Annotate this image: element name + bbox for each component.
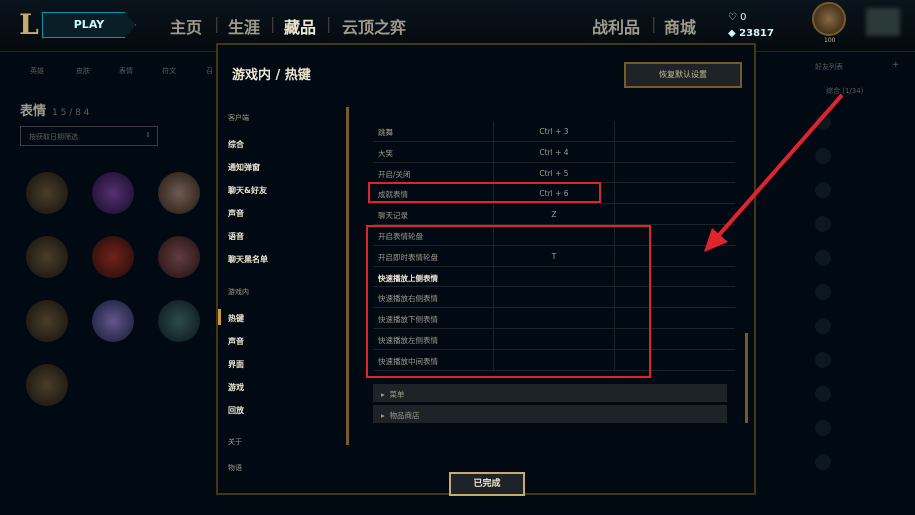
table-row[interactable]: 开启/关闭 Ctrl + 5 — [373, 162, 735, 184]
sidebar-header-client: 客户端 — [228, 114, 249, 122]
hotkey-action: 跳舞 — [378, 128, 393, 137]
subtab-emotes[interactable]: 表情 — [119, 66, 133, 76]
nav-loot[interactable]: 战利品 — [592, 14, 640, 38]
section-item-shop[interactable]: ▸ 物品商店 — [373, 405, 727, 423]
sidebar-item-chat-friends[interactable]: 聊天&好友 — [228, 185, 267, 196]
nav-tft[interactable]: 云顶之弈 — [342, 14, 406, 38]
be-amount: 23817 — [739, 28, 774, 39]
table-row[interactable]: 跳舞 Ctrl + 3 — [373, 121, 735, 142]
sidebar-header-about: 关于 — [228, 438, 242, 446]
highlight-box — [368, 182, 601, 203]
hotkey-binding[interactable]: Ctrl + 4 — [493, 141, 615, 162]
hotkey-action: 开启/关闭 — [378, 169, 411, 179]
friend-avatar[interactable] — [815, 148, 831, 164]
nav-profile[interactable]: 生涯 — [228, 14, 260, 38]
summoner-name-blurred — [866, 8, 900, 36]
friend-avatar[interactable] — [815, 216, 831, 232]
sidebar-item-sound[interactable]: 声音 — [228, 336, 244, 347]
hotkey-binding[interactable]: Ctrl + 5 — [493, 162, 615, 183]
section-menu[interactable]: ▸ 菜单 — [373, 384, 727, 402]
add-friend-icon[interactable]: + — [892, 60, 900, 70]
filter-dropdown[interactable]: 按获取日期筛选 ⇕ — [20, 126, 158, 146]
emote-thumbnail[interactable] — [26, 236, 68, 278]
sidebar-item-hotkeys[interactable]: 热键 — [218, 309, 244, 325]
rp-amount: 0 — [740, 12, 747, 23]
emote-thumbnail[interactable] — [158, 236, 200, 278]
friend-avatar[interactable] — [815, 284, 831, 300]
subtab-champions[interactable]: 英雄 — [30, 66, 44, 76]
table-row[interactable]: 大笑 Ctrl + 4 — [373, 141, 735, 163]
avatar[interactable] — [812, 2, 846, 36]
friend-avatar[interactable] — [815, 352, 831, 368]
done-button[interactable]: 已完成 — [449, 472, 525, 496]
sidebar-item-general[interactable]: 综合 — [228, 139, 244, 150]
hotkey-action: 聊天记录 — [378, 211, 408, 221]
sidebar-item-notifications[interactable]: 通知弹窗 — [228, 162, 260, 173]
emote-thumbnail[interactable] — [92, 236, 134, 278]
emote-thumbnail[interactable] — [26, 172, 68, 214]
sidebar-item-blocklist[interactable]: 聊天黑名单 — [228, 254, 268, 265]
friend-avatar[interactable] — [815, 386, 831, 402]
section-label: 菜单 — [389, 390, 405, 399]
nav-collection[interactable]: 藏品 — [284, 14, 316, 38]
sidebar-item-game[interactable]: 游戏 — [228, 382, 244, 393]
friend-avatar[interactable] — [815, 250, 831, 266]
restore-defaults-button[interactable]: 恢复默认设置 — [624, 62, 742, 88]
expand-arrow-icon: ▸ — [381, 411, 385, 420]
sidebar-header-ingame: 游戏内 — [228, 288, 249, 296]
emote-thumbnail[interactable] — [92, 172, 134, 214]
summoner-level: 100 — [822, 37, 838, 44]
league-logo-icon[interactable]: L — [14, 8, 44, 42]
emote-thumbnail[interactable] — [26, 364, 68, 406]
subtab-skins[interactable]: 皮肤 — [76, 66, 90, 76]
friend-avatar[interactable] — [815, 114, 831, 130]
friend-group-general[interactable]: 综合 (1/34) — [826, 86, 863, 96]
page-title-text: 表情 — [20, 104, 47, 119]
play-button[interactable]: PLAY — [42, 12, 136, 38]
emote-thumbnail[interactable] — [92, 300, 134, 342]
dropdown-arrow-icon: ⇕ — [145, 131, 151, 139]
sidebar-item-replays[interactable]: 回放 — [228, 405, 244, 416]
friend-avatar[interactable] — [815, 182, 831, 198]
sidebar-item-voice[interactable]: 语音 — [228, 231, 244, 242]
sidebar-item-interface[interactable]: 界面 — [228, 359, 244, 370]
nav-store[interactable]: 商城 — [664, 14, 696, 38]
scrollbar-thumb[interactable] — [745, 333, 748, 423]
hotkey-binding[interactable]: Ctrl + 3 — [493, 121, 615, 141]
hotkey-action: 大笑 — [378, 148, 393, 158]
emote-thumbnail[interactable] — [158, 172, 200, 214]
sidebar-divider — [346, 107, 349, 445]
be-balance: ◆ 23817 — [728, 28, 774, 39]
rp-balance: ♡ 0 — [728, 12, 747, 23]
filter-value: 按获取日期筛选 — [29, 133, 78, 141]
subtab-summoner[interactable]: 召 — [206, 66, 213, 76]
hotkey-binding[interactable]: Z — [493, 204, 615, 224]
friends-header: 好友列表 — [815, 63, 843, 71]
table-row[interactable]: 聊天记录 Z — [373, 204, 735, 225]
friend-avatar[interactable] — [815, 420, 831, 436]
expand-arrow-icon: ▸ — [381, 390, 385, 399]
nav-home[interactable]: 主页 — [170, 14, 202, 38]
sidebar-item-lore[interactable]: 物语 — [228, 463, 242, 473]
highlight-box — [366, 225, 651, 378]
nav-divider: | — [214, 14, 220, 33]
friend-avatar[interactable] — [815, 318, 831, 334]
emote-count: 1 5 / 8 4 — [52, 108, 90, 118]
nav-divider: | — [270, 14, 276, 33]
nav-divider: | — [326, 14, 332, 33]
sidebar-item-sound-client[interactable]: 声音 — [228, 208, 244, 219]
friend-avatar[interactable] — [815, 454, 831, 470]
subtab-runes[interactable]: 符文 — [162, 66, 176, 76]
section-label: 物品商店 — [389, 411, 420, 420]
emote-thumbnail[interactable] — [158, 300, 200, 342]
modal-title: 游戏内 / 热键 — [232, 68, 311, 83]
emote-thumbnail[interactable] — [26, 300, 68, 342]
page-title: 表情 1 5 / 8 4 — [20, 100, 89, 119]
nav-divider: | — [651, 14, 657, 33]
